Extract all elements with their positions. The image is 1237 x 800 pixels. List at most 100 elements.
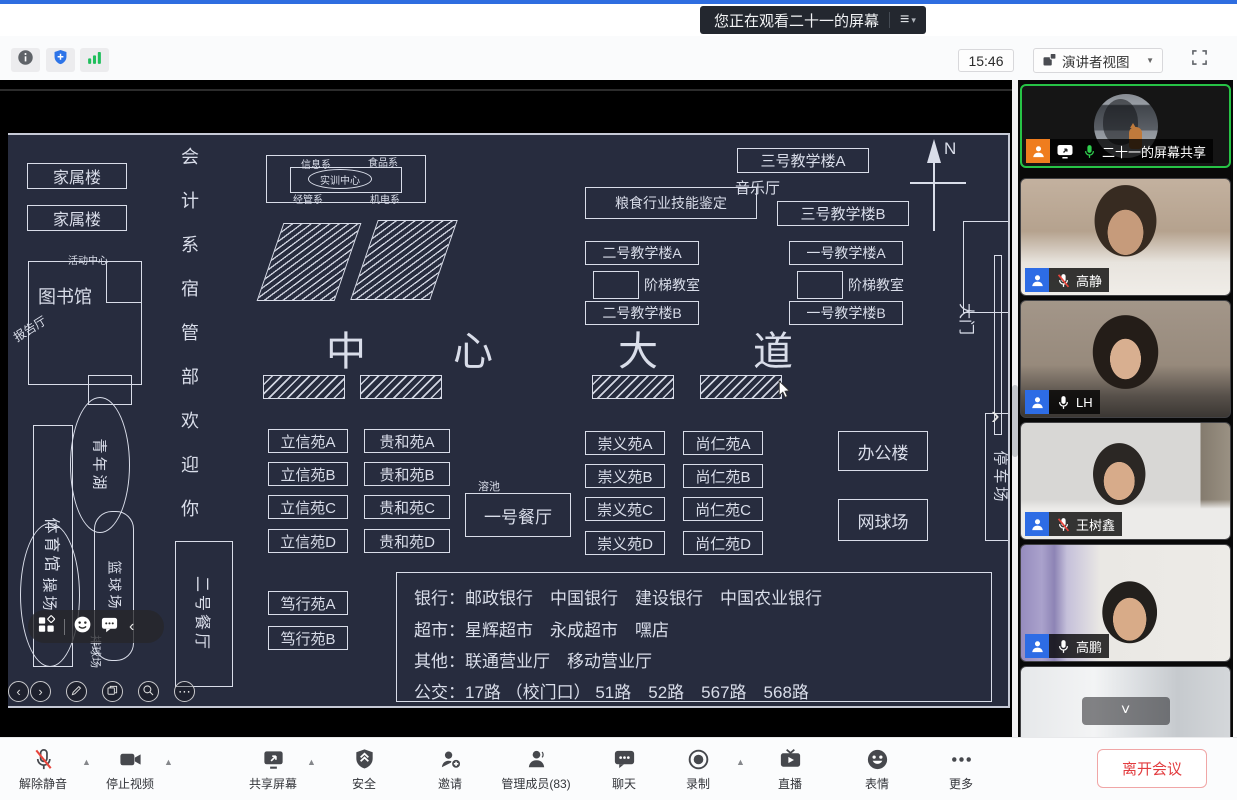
participant-tile-6[interactable]: ˅: [1020, 666, 1231, 737]
magnifier-button[interactable]: [138, 681, 159, 702]
layout-icon: [1042, 52, 1057, 70]
chevron-right-icon: ›: [991, 400, 1000, 430]
map-big: 中: [326, 319, 366, 377]
participant-role-badge: [1025, 512, 1049, 536]
emoji-reaction-icon[interactable]: [73, 615, 92, 639]
participant-tile-4[interactable]: 王树鑫: [1020, 422, 1231, 540]
fullscreen-button[interactable]: [1186, 48, 1212, 72]
sidebar-expand-chevron[interactable]: ›: [991, 402, 1000, 428]
map-box: 尚仁苑B: [683, 464, 763, 488]
chat-bubble-icon[interactable]: [100, 615, 119, 639]
name-chip: 王树鑫: [1049, 512, 1122, 536]
signal-bars-icon: [86, 49, 103, 71]
playground: 操场: [20, 523, 80, 667]
shared-screen-area[interactable]: N 家属楼家属楼会计系宿管部欢迎你信息系食品系实训中心经管系机电系三号教学楼A音…: [0, 80, 1012, 737]
watching-banner[interactable]: 您正在观看二十一的屏幕 ≡▾: [700, 6, 926, 34]
copy-icon: [105, 683, 120, 700]
map-hatch: [263, 375, 345, 399]
network-quality-button[interactable]: [80, 48, 109, 72]
screen-share-icon: [1054, 140, 1076, 162]
map-box: 贵和苑B: [364, 462, 450, 486]
map-hatch: [360, 375, 442, 399]
map-box: 崇义苑B: [585, 464, 665, 488]
library-corner: [106, 261, 142, 303]
map-box: 尚仁苑A: [683, 431, 763, 455]
map-big: 道: [753, 319, 793, 377]
more-tools-button[interactable]: ⋯: [174, 681, 195, 702]
prev-button[interactable]: ‹: [8, 681, 29, 702]
mic-muted-icon: [1053, 270, 1073, 290]
scroll-down-button[interactable]: ˅: [1082, 697, 1170, 725]
parking-lot: 停车场: [985, 413, 1010, 541]
magnifier-icon: [141, 683, 156, 700]
participant-tile-3[interactable]: LH: [1020, 300, 1231, 418]
activity-center: 活动中心: [68, 252, 108, 267]
participant-label-bar: 高鹏: [1025, 634, 1109, 658]
protection-button[interactable]: [46, 48, 75, 72]
copy-button[interactable]: [102, 681, 123, 702]
top-accent-line: [0, 0, 1237, 4]
collapse-chevron-icon[interactable]: ‹: [129, 618, 134, 636]
participant-tile-5[interactable]: 高鹏: [1020, 544, 1231, 662]
participant-tile-1[interactable]: 二十一的屏幕共享: [1020, 84, 1231, 168]
info-bank: 银行：邮政银行 中国银行 建设银行 中国农业银行: [414, 584, 822, 609]
shared-window-edge: [0, 89, 1012, 91]
whiteboard-apps-icon[interactable]: [37, 615, 56, 639]
teach-3a: 三号教学楼A: [737, 148, 869, 173]
more-dots-icon: [901, 745, 1021, 774]
stair-room-1: 阶梯教室: [848, 275, 904, 295]
map-hatchskew: [350, 220, 458, 300]
chevron-right-icon: ›: [38, 685, 42, 698]
stair-room-2: 阶梯教室: [644, 275, 700, 295]
grain-skill: 粮食行业技能鉴定: [585, 187, 757, 219]
map-rect: [797, 271, 843, 299]
view-mode-select[interactable]: 演讲者视图 ▼: [1033, 48, 1163, 73]
map-box: 立信苑B: [268, 462, 348, 486]
map-hatch: [592, 375, 674, 399]
caret-down-icon: ▾: [911, 15, 916, 26]
participant-name: 高鹏: [1076, 637, 1102, 656]
name-chip: 高静: [1049, 268, 1109, 292]
participant-label-bar: 王树鑫: [1025, 512, 1122, 536]
banner-menu-button[interactable]: ≡▾: [900, 11, 916, 29]
stop-video-button[interactable]: 停止视频: [70, 745, 190, 792]
more-button[interactable]: 更多: [901, 745, 1021, 792]
north-label: N: [944, 139, 956, 159]
chevron-down-icon: ˅: [1121, 702, 1130, 720]
participant-label-bar: LH: [1025, 390, 1100, 414]
map-hatch: [700, 375, 782, 399]
info-market: 超市：星辉超市 永成超市 嘿店: [414, 616, 669, 641]
map-rect: [593, 271, 639, 299]
view-mode-label: 演讲者视图: [1062, 51, 1130, 71]
map-box: 崇义苑C: [585, 497, 665, 521]
family-bldg-2: 家属楼: [27, 205, 127, 231]
name-chip: LH: [1049, 390, 1100, 414]
next-button[interactable]: ›: [30, 681, 51, 702]
meeting-info-button[interactable]: [11, 48, 40, 72]
fullscreen-icon: [1190, 48, 1209, 72]
map-big: 心: [453, 319, 493, 377]
map-box: 崇义苑A: [585, 431, 665, 455]
participant-label-bar: 高静: [1025, 268, 1109, 292]
share-tools: ‹ › ⋯: [8, 681, 208, 703]
chevron-left-icon: ‹: [16, 685, 20, 698]
participant-role-badge: [1025, 268, 1049, 292]
video-options-caret[interactable]: ▲: [164, 757, 173, 767]
time-text: 15:46: [968, 53, 1003, 69]
pencil-icon: [69, 683, 84, 700]
annotate-button[interactable]: [66, 681, 87, 702]
map-box: 尚仁苑D: [683, 531, 763, 555]
map-box: 贵和苑C: [364, 495, 450, 519]
participant-role-badge: [1025, 634, 1049, 658]
dining-hall-2: 二号餐厅: [175, 541, 233, 687]
participant-name: 王树鑫: [1076, 515, 1115, 534]
pool-label: 溶池: [478, 478, 500, 494]
map-box: 立信苑D: [268, 529, 348, 553]
participant-role-badge: [1026, 139, 1050, 163]
participant-tile-2[interactable]: 高静: [1020, 178, 1231, 296]
welcome-column: 会计系宿管部欢迎你: [176, 147, 202, 543]
watching-banner-text: 您正在观看二十一的屏幕: [714, 10, 879, 31]
leave-meeting-button[interactable]: 离开会议: [1097, 749, 1207, 788]
hamburger-icon: ≡: [900, 11, 909, 29]
annotation-toolbar[interactable]: ‹: [28, 610, 164, 643]
